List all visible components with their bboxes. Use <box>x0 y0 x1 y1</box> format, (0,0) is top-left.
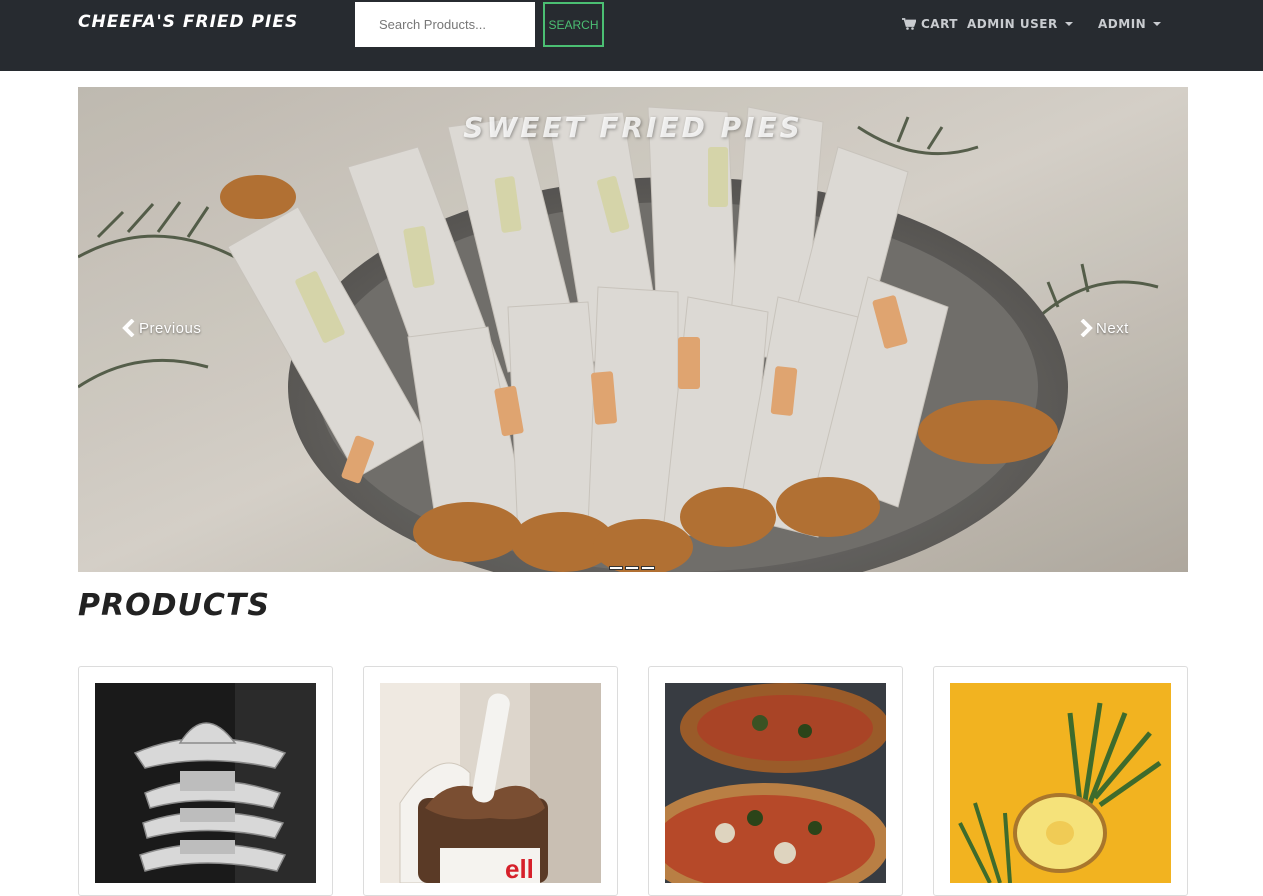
product-card[interactable] <box>933 666 1188 896</box>
product-image[interactable] <box>665 683 886 883</box>
carousel-next-button[interactable]: Next <box>1079 319 1129 337</box>
carousel-indicators <box>609 566 655 570</box>
carousel-previous-label: Previous <box>139 319 202 337</box>
product-image[interactable]: ell <box>380 683 601 883</box>
carousel-image <box>78 87 1188 572</box>
search-input[interactable] <box>355 2 535 47</box>
carousel-indicator-2[interactable] <box>625 566 639 570</box>
cart-link[interactable]: Cart <box>902 17 958 31</box>
product-image[interactable] <box>950 683 1171 883</box>
product-image[interactable] <box>95 683 316 883</box>
chevron-down-icon <box>1153 22 1162 26</box>
search-button[interactable]: Search <box>543 2 604 47</box>
hero-carousel: Sweet Fried Pies Previous Next <box>78 87 1188 572</box>
chevron-right-icon <box>1080 319 1093 337</box>
chevron-down-icon <box>1064 22 1073 26</box>
admin-dropdown[interactable]: Admin <box>1098 17 1162 31</box>
brand-logo[interactable]: Cheefa's Fried Pies <box>78 12 298 32</box>
product-card[interactable]: ell <box>363 666 618 896</box>
admin-label: Admin <box>1098 17 1147 31</box>
chevron-left-icon <box>122 319 135 337</box>
navbar: Cheefa's Fried Pies Search Cart Admin Us… <box>0 0 1263 71</box>
carousel-next-label: Next <box>1096 319 1129 337</box>
product-card[interactable] <box>78 666 333 896</box>
product-card[interactable] <box>648 666 903 896</box>
cart-label: Cart <box>921 17 958 31</box>
products-heading: Products <box>78 588 270 623</box>
admin-user-label: Admin User <box>967 17 1058 31</box>
carousel-indicator-1[interactable] <box>609 566 623 570</box>
carousel-indicator-3[interactable] <box>641 566 655 570</box>
carousel-caption: Sweet Fried Pies <box>463 111 803 144</box>
shopping-cart-icon <box>902 18 916 30</box>
admin-user-dropdown[interactable]: Admin User <box>967 17 1073 31</box>
carousel-previous-button[interactable]: Previous <box>122 319 201 337</box>
